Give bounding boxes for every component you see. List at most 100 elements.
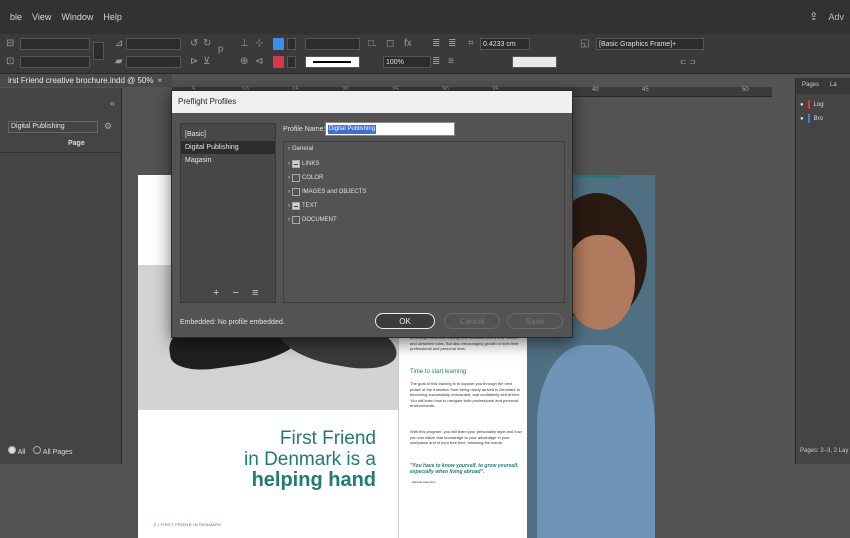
select-previous-icon[interactable]: ⊕ [240, 56, 248, 68]
panel-collapse-icon[interactable]: « [110, 98, 115, 108]
tab-pages[interactable]: Pages [802, 82, 819, 88]
align-left-icon[interactable]: ≣ [432, 38, 440, 50]
select-next-icon[interactable]: ⊲ [255, 56, 263, 68]
share-icon[interactable]: ⇪ [809, 10, 818, 23]
tree-row-images[interactable]: › IMAGES and OBJECTS [288, 188, 366, 196]
tree-label: LINKS [302, 161, 320, 167]
fill-swatch[interactable] [273, 38, 284, 50]
x-field-icon: ⊟ [6, 38, 15, 49]
tree-row-color[interactable]: › COLOR [288, 174, 323, 182]
rotate-ccw-icon[interactable]: ↺ [190, 38, 198, 50]
tree-label: DOCUMENT [302, 217, 337, 223]
workspace-label[interactable]: Adv [828, 12, 844, 22]
tree-label: COLOR [302, 175, 324, 181]
eye-icon[interactable]: ● [800, 102, 804, 108]
stroke-weight-field[interactable] [305, 38, 360, 50]
align-top-icon[interactable]: ≣ [432, 56, 440, 68]
chevron-right-icon[interactable]: › [288, 189, 290, 195]
rotation-field[interactable] [126, 38, 181, 50]
stroke-swatch[interactable] [273, 56, 284, 68]
menu-item-view[interactable]: View [32, 12, 51, 22]
layer-name: Bro [813, 115, 823, 122]
headline-line: helping hand [251, 469, 376, 491]
ruler-tick: 45 [642, 87, 649, 93]
profile-name-input[interactable]: Digital Publishing [325, 122, 455, 136]
checkbox[interactable] [292, 216, 300, 224]
y-position-field[interactable] [20, 56, 90, 68]
ok-button[interactable]: OK [375, 313, 435, 329]
corner-options-icon[interactable]: ⌗ [468, 38, 474, 50]
chevron-right-icon[interactable]: › [288, 203, 290, 209]
flip-vertical-icon[interactable]: ⊻ [203, 56, 210, 68]
quote-attribution: - Hannah Aajunsen [410, 480, 436, 484]
tree-row-text[interactable]: › TEXT [288, 202, 317, 210]
checkbox-mixed[interactable] [292, 202, 300, 210]
stroke-dropdown-icon[interactable] [287, 56, 296, 68]
chevron-right-icon[interactable]: › [288, 161, 290, 167]
layer-item[interactable]: ● Bro [800, 114, 823, 123]
quick-apply-icon[interactable]: ⊏ ⊐ [680, 56, 696, 68]
headline: First Friend in Denmark is a helping han… [244, 428, 376, 491]
checkbox[interactable] [292, 174, 300, 182]
tree-row-general[interactable]: › General [288, 146, 313, 152]
shirt-shape [537, 345, 655, 538]
menu-item-help[interactable]: Help [103, 12, 122, 22]
close-tab-icon[interactable]: × [158, 76, 163, 85]
select-container-icon[interactable]: ⊥ [240, 38, 249, 50]
chevron-right-icon[interactable]: › [288, 217, 290, 223]
profile-actions: + − ≡ [213, 287, 263, 299]
document-tab[interactable]: irst Friend creative brochure.indd @ 50%… [0, 74, 172, 87]
profile-select[interactable]: Digital Publishing [8, 121, 98, 133]
corner-shape-field[interactable] [512, 56, 557, 68]
effects-icon[interactable]: fx [404, 38, 412, 50]
chevron-right-icon[interactable]: › [288, 175, 290, 181]
profiles-list: [Basic] Digital Publishing Magasin + − ≡ [180, 123, 276, 303]
object-style-select[interactable]: [Basic Graphics Frame]+ [596, 38, 704, 50]
opacity-field[interactable]: 100% [383, 56, 431, 68]
profile-options-icon[interactable]: ⚙ [104, 121, 112, 132]
rule-tree: › General › LINKS › COLOR › IMAGES and O… [283, 141, 565, 303]
flip-horizontal-icon[interactable]: ⊳ [190, 56, 198, 68]
text-wrap-icon[interactable]: □. [368, 38, 377, 50]
align-bottom-icon[interactable]: ≡ [448, 56, 454, 68]
layer-color-swatch [807, 114, 810, 123]
radio-all[interactable]: All [8, 446, 25, 456]
cancel-button[interactable]: Cancel [444, 313, 500, 329]
panel-status: Pages: 2–3, 2 Lay [800, 448, 849, 454]
x-position-field[interactable] [20, 38, 90, 50]
tree-label: IMAGES and OBJECTS [302, 189, 367, 195]
tab-layers[interactable]: La [830, 82, 837, 88]
frame-fitting-icon[interactable]: ◻ [386, 38, 394, 50]
checkbox[interactable] [292, 188, 300, 196]
rotate-cw-icon[interactable]: ↻ [203, 38, 211, 50]
radio-all-pages[interactable]: All Pages [33, 446, 72, 456]
shear-field[interactable] [126, 56, 181, 68]
face-shape [565, 235, 635, 330]
align-center-icon[interactable]: ≣ [448, 38, 456, 50]
constrain-proportions-icon[interactable] [93, 42, 104, 60]
shear-icon: ▰ [115, 56, 123, 67]
select-content-icon[interactable]: ⊹ [255, 38, 263, 50]
layer-item[interactable]: ● Log [800, 100, 824, 109]
menu-item-window[interactable]: Window [61, 12, 93, 22]
checkbox-mixed[interactable] [292, 160, 300, 168]
profile-name-label: Profile Name: [283, 126, 326, 133]
headline-line: in Denmark is a [244, 449, 376, 470]
profile-item[interactable]: [Basic] [181, 128, 275, 141]
reference-point-icon[interactable]: ᵖ [218, 43, 223, 57]
profile-select-value: Digital Publishing [11, 123, 65, 130]
embedded-status: Embedded: No profile embedded. [180, 319, 285, 326]
tree-row-document[interactable]: › DOCUMENT [288, 216, 337, 224]
page-footer: 2 | FIRST FRIEND IN DENMARK [154, 522, 222, 527]
fill-dropdown-icon[interactable] [287, 38, 296, 50]
menu-item-table[interactable]: ble [10, 12, 22, 22]
corner-size-field[interactable]: 0.4233 cm [480, 38, 530, 50]
profile-item[interactable]: Magasin [181, 154, 275, 167]
profile-actions-icons[interactable]: + − ≡ [213, 287, 263, 299]
tree-row-links[interactable]: › LINKS [288, 160, 319, 168]
menu-right: ⇪ Adv [809, 10, 844, 23]
save-button[interactable]: Save [507, 313, 563, 329]
chevron-right-icon[interactable]: › [288, 146, 290, 152]
profile-item-selected[interactable]: Digital Publishing [181, 141, 275, 154]
eye-icon[interactable]: ● [800, 116, 804, 122]
